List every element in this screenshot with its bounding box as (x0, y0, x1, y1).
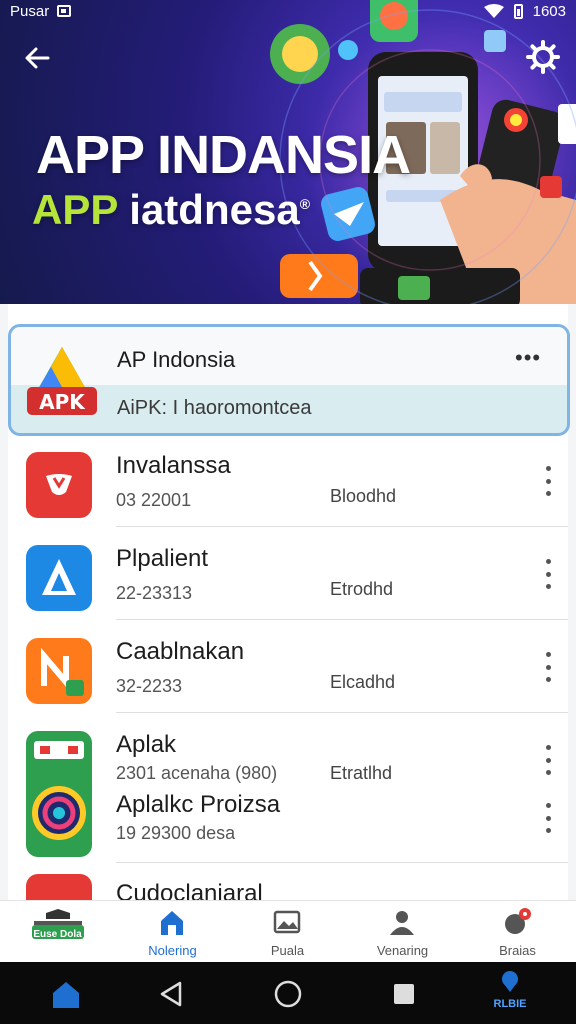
nav-label: Braias (499, 943, 536, 958)
nav-item-messages[interactable]: Braias (460, 901, 575, 963)
wifi-icon (483, 4, 504, 18)
nav-label: Venaring (376, 943, 429, 958)
hero-banner: APP INDANSIA APP iatdnesa® (0, 0, 576, 304)
clock: 1603 (532, 2, 566, 20)
status-left: Pusar (10, 2, 72, 20)
status-right: 1603 (483, 2, 566, 20)
gear-icon (526, 40, 560, 74)
blue-a-icon (26, 545, 92, 611)
nav-item-store[interactable]: Euse Dola (0, 901, 115, 963)
divider (116, 526, 568, 527)
arrow-left-icon (25, 47, 50, 69)
home-icon[interactable] (50, 978, 82, 1010)
app-title: Aplalkc Proizsa (116, 791, 281, 818)
apk-logo-text: APK (39, 390, 86, 414)
orange-n-icon (26, 638, 92, 704)
nav-label: Euse Dola (33, 929, 82, 940)
assistant-button[interactable]: RLBIE (480, 970, 540, 1010)
list-item[interactable]: Invalanssa 03 22001 Bloodhd (8, 440, 568, 533)
more-horizontal-icon[interactable]: ••• (515, 345, 541, 371)
app-title: Caablnakan (116, 638, 245, 665)
more-vertical-icon[interactable] (538, 652, 558, 682)
app-subtitle: 2301 acenaha (980) (116, 763, 278, 783)
divider (116, 712, 568, 713)
app-subtitle: 03 22001 (116, 490, 192, 510)
nav-label: Puala (270, 943, 305, 958)
list-item[interactable]: Aplak 2301 acenaha (980) Etratlhd Aplalk… (8, 719, 568, 859)
app-status: Etratlhd (330, 763, 393, 783)
list-item[interactable]: Plpalient 22-23313 Etrodhd (8, 533, 568, 626)
home-icon (161, 911, 183, 935)
green-circle-icon (26, 731, 92, 857)
nav-label: Nolering (148, 943, 197, 958)
red-heart-icon (26, 452, 92, 518)
app-title: Aplak (116, 731, 177, 758)
app-status: Elcadhd (330, 672, 396, 692)
app-subtitle: 22-23313 (116, 583, 193, 603)
nav-item-profile[interactable]: Venaring (345, 901, 460, 963)
more-vertical-icon[interactable] (538, 745, 558, 775)
hero-subtitle-mark: ® (299, 196, 311, 212)
featured-subtitle: AiPK: I haoromontcea (117, 397, 312, 419)
hero-subtitle: APP iatdnesa® (32, 186, 310, 234)
list-item[interactable]: Caablnakan 32-2233 Elcadhd (8, 626, 568, 719)
hero-subtitle-rest: iatdnesa (117, 186, 300, 233)
settings-button[interactable] (526, 40, 560, 74)
nav-item-images[interactable]: Puala (230, 901, 345, 963)
app-subtitle: 32-2233 (116, 676, 183, 696)
notification-icon (57, 5, 72, 17)
featured-title: AP Indonsia (117, 347, 236, 372)
app-title: Cudoclaniaral (116, 880, 263, 900)
system-navigation-bar: RLBIE (0, 962, 576, 1024)
more-vertical-icon[interactable] (538, 559, 558, 589)
nav-item-home[interactable]: Nolering (115, 901, 230, 963)
hero-title: APP INDANSIA (36, 125, 411, 185)
home-circle-icon[interactable] (272, 978, 304, 1010)
battery-icon (513, 3, 523, 19)
more-vertical-icon[interactable] (538, 466, 558, 496)
list-item[interactable]: Cudoclaniaral (8, 868, 568, 900)
status-bar: Pusar 1603 (0, 0, 576, 22)
bottom-navigation: Euse Dola Nolering Puala Venaring Braias (0, 900, 576, 962)
app-title: Invalanssa (116, 452, 231, 479)
chat-bell-icon (505, 908, 531, 934)
assistant-label: RLBIE (493, 998, 527, 1010)
apk-logo-icon: APK (27, 347, 97, 415)
carrier-label: Pusar (10, 2, 50, 20)
app-status: Bloodhd (330, 486, 397, 506)
hero-subtitle-highlight: APP (32, 186, 118, 233)
featured-app-card[interactable]: APK AP Indonsia AiPK: I haoromontcea ••• (8, 324, 570, 436)
recents-square-icon[interactable] (388, 978, 420, 1010)
back-button[interactable] (20, 40, 56, 76)
app-title: Plpalient (116, 545, 209, 572)
back-triangle-icon[interactable] (156, 978, 188, 1010)
red-partial-icon (26, 874, 92, 900)
app-subtitle: 19 29300 desa (116, 823, 236, 843)
app-status: Etrodhd (330, 579, 394, 599)
image-icon (273, 910, 301, 934)
user-icon (390, 911, 414, 935)
location-pin-icon (502, 971, 518, 992)
screen: APP INDANSIA APP iatdnesa® Pusar 1603 AP… (0, 0, 576, 1024)
divider (116, 619, 568, 620)
divider (116, 862, 568, 863)
more-vertical-icon[interactable] (538, 803, 558, 833)
